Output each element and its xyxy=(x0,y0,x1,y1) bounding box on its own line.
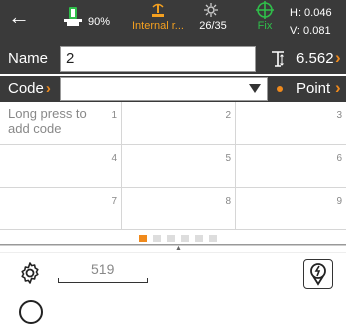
solution-status[interactable]: Fix xyxy=(250,0,280,44)
battery-percent: 90% xyxy=(88,16,111,28)
gnss-receiver-status[interactable]: 90% xyxy=(62,0,118,44)
point-type-label[interactable]: Point xyxy=(296,80,330,97)
page-dot[interactable] xyxy=(181,235,189,242)
page-dot[interactable] xyxy=(209,235,217,242)
back-arrow-icon[interactable]: ← xyxy=(6,4,32,34)
code-cell[interactable]: Long press to add code 1 xyxy=(0,102,122,145)
code-cell[interactable]: 3 xyxy=(236,102,346,145)
page-dot[interactable] xyxy=(139,235,147,242)
point-id-field[interactable]: 519 xyxy=(58,261,148,283)
antenna-chevron-icon[interactable]: › xyxy=(335,48,341,68)
measure-button[interactable] xyxy=(303,259,333,289)
code-cell[interactable]: 8 xyxy=(122,188,236,230)
code-cell[interactable]: 9 xyxy=(236,188,346,230)
cell-number: 1 xyxy=(111,110,117,121)
cell-number: 8 xyxy=(225,196,231,207)
page-indicator xyxy=(0,230,346,244)
page-dot[interactable] xyxy=(153,235,161,242)
fix-label: Fix xyxy=(257,20,273,32)
satellite-count: 26/35 xyxy=(199,20,227,32)
datalink-status[interactable]: Internal r... xyxy=(128,0,188,44)
code-row: Code › Point › xyxy=(0,76,346,102)
field-tick xyxy=(58,278,59,282)
bottom-toolbar: 519 xyxy=(0,252,346,309)
antenna-height-icon xyxy=(272,51,284,67)
cell-number: 3 xyxy=(336,110,342,121)
gear-icon[interactable] xyxy=(18,261,42,285)
page-dot[interactable] xyxy=(167,235,175,242)
cell-number: 7 xyxy=(111,196,117,207)
code-cell[interactable]: 7 xyxy=(0,188,122,230)
measure-pin-icon xyxy=(310,263,326,286)
point-type-dot-icon xyxy=(277,86,283,92)
datalink-label: Internal r... xyxy=(132,20,184,32)
dropdown-caret-icon xyxy=(249,84,261,93)
h-precision: H: 0.046 xyxy=(290,7,332,19)
satellite-icon xyxy=(204,3,218,17)
radio-antenna-icon xyxy=(152,3,164,17)
more-icon[interactable] xyxy=(19,300,43,324)
precision-readout[interactable]: H: 0.046 V: 0.081 xyxy=(290,4,346,40)
page-dot[interactable] xyxy=(195,235,203,242)
code-cell[interactable]: 6 xyxy=(236,145,346,188)
code-cell[interactable]: 2 xyxy=(122,102,236,145)
cell-number: 2 xyxy=(225,110,231,121)
cell-number: 9 xyxy=(336,196,342,207)
field-tick xyxy=(147,278,148,282)
cell-number: 6 xyxy=(336,153,342,164)
code-grid: Long press to add code 1 2 3 4 5 6 7 8 9 xyxy=(0,102,346,230)
point-chevron-icon[interactable]: › xyxy=(335,78,341,98)
receiver-battery-icon xyxy=(64,7,82,26)
code-chevron-icon: › xyxy=(45,80,51,97)
panel-divider[interactable] xyxy=(0,244,346,246)
status-bar: ← 90% Internal r... 26/35 Fix H: 0.046 V… xyxy=(0,0,346,44)
code-label[interactable]: Code › xyxy=(8,80,51,97)
point-id-value: 519 xyxy=(91,261,115,277)
antenna-height-value[interactable]: 6.562 xyxy=(296,50,334,67)
name-row: Name 2 6.562 › xyxy=(0,44,346,74)
cell-number: 5 xyxy=(225,153,231,164)
name-label: Name xyxy=(8,50,49,67)
cell-hint: Long press to add code xyxy=(8,106,87,136)
code-cell[interactable]: 4 xyxy=(0,145,122,188)
v-precision: V: 0.081 xyxy=(290,25,331,37)
code-cell[interactable]: 5 xyxy=(122,145,236,188)
code-dropdown[interactable] xyxy=(60,77,268,101)
crosshair-icon xyxy=(256,1,274,19)
satellite-status[interactable]: 26/35 xyxy=(193,0,229,44)
point-name-input[interactable]: 2 xyxy=(60,46,256,72)
cell-number: 4 xyxy=(111,153,117,164)
